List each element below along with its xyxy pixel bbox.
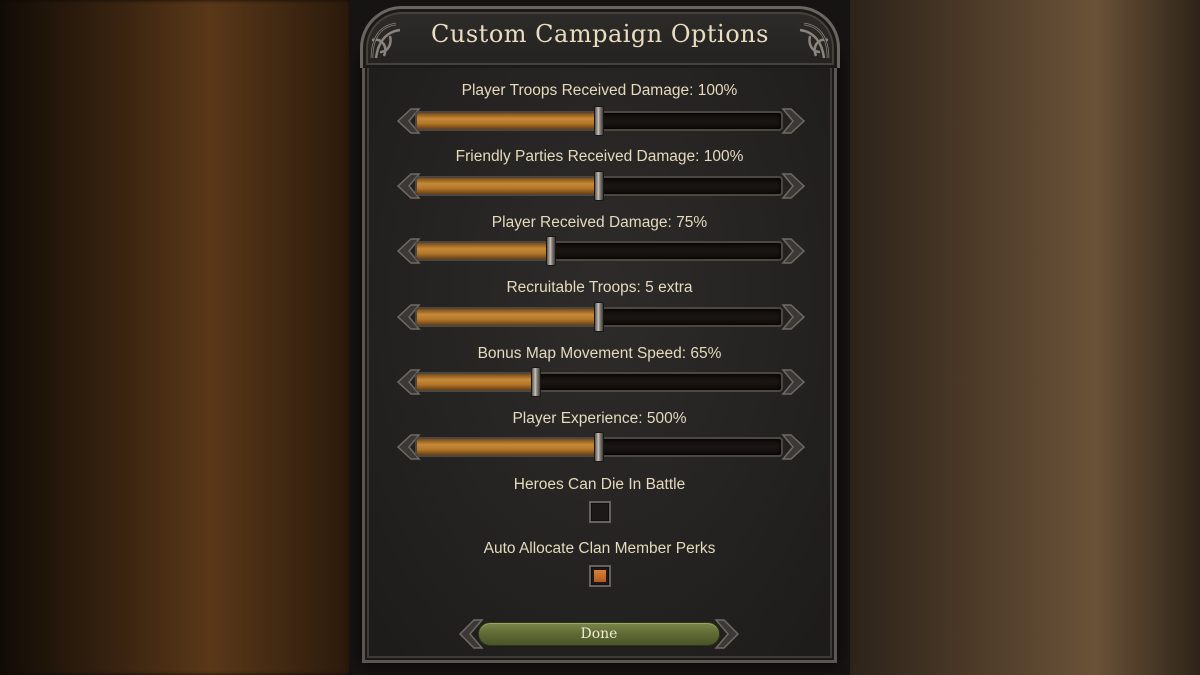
slider-handle[interactable] xyxy=(594,432,604,462)
slider-fill xyxy=(417,309,599,325)
background-left xyxy=(0,0,350,675)
option-label: Bonus Map Movement Speed: 65% xyxy=(477,345,722,362)
slider-fill xyxy=(417,178,599,194)
slider-friendly-parties-damage[interactable] xyxy=(397,171,805,201)
slider-handle[interactable] xyxy=(594,171,604,201)
slider-handle[interactable] xyxy=(531,367,542,397)
check-mark xyxy=(594,570,606,582)
option-label: Recruitable Troops: 5 extra xyxy=(506,279,693,296)
option-label: Player Troops Received Damage: 100% xyxy=(461,82,738,99)
slider-bonus-map-speed[interactable] xyxy=(397,367,805,397)
slider-track[interactable] xyxy=(415,372,783,392)
heroes-can-die-checkbox[interactable] xyxy=(589,501,611,523)
background-right xyxy=(850,0,1200,675)
option-label: Friendly Parties Received Damage: 100% xyxy=(455,148,744,165)
checkbox-label: Auto Allocate Clan Member Perks xyxy=(483,540,716,557)
page-title: Custom Campaign Options xyxy=(431,20,769,48)
option-label: Player Experience: 500% xyxy=(512,410,687,427)
slider-handle[interactable] xyxy=(594,106,604,136)
slider-player-experience[interactable] xyxy=(397,432,805,462)
slider-fill xyxy=(417,113,599,129)
slider-handle[interactable] xyxy=(546,236,557,266)
slider-handle[interactable] xyxy=(594,302,604,332)
slider-track[interactable] xyxy=(415,241,783,261)
slider-fill xyxy=(417,374,538,390)
slider-fill xyxy=(417,243,552,259)
auto-allocate-perks-checkbox[interactable] xyxy=(589,565,611,587)
done-button[interactable]: Done xyxy=(478,622,720,646)
slider-recruitable-troops[interactable] xyxy=(397,302,805,332)
slider-fill xyxy=(417,439,599,455)
done-button-frame: Done xyxy=(458,618,740,650)
checkbox-label: Heroes Can Die In Battle xyxy=(513,476,686,493)
option-label: Player Received Damage: 75% xyxy=(491,214,708,231)
slider-player-troops-damage[interactable] xyxy=(397,106,805,136)
slider-player-received-damage[interactable] xyxy=(397,236,805,266)
